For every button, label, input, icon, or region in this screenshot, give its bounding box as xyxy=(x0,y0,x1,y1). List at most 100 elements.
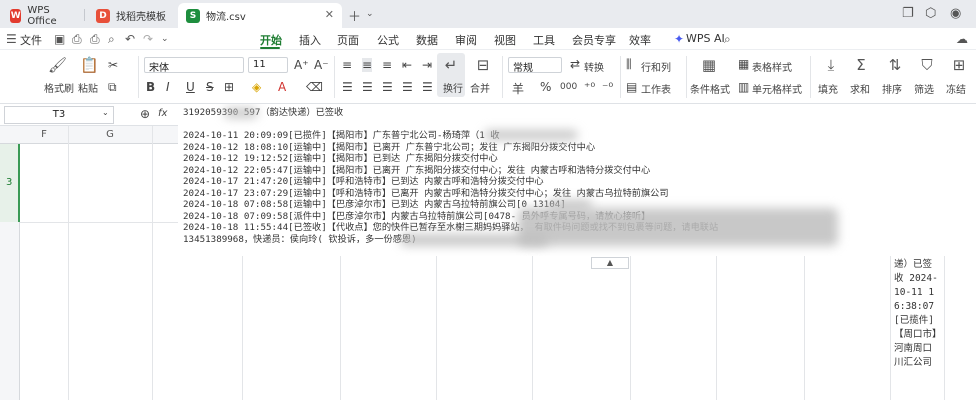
menu-efficiency[interactable]: 效率 xyxy=(629,32,651,48)
spreadsheet-icon: S xyxy=(186,8,200,23)
increase-font-icon[interactable]: A⁺ xyxy=(294,58,309,72)
print-icon[interactable]: ⎙ xyxy=(90,32,100,47)
indent-increase-icon[interactable]: ⇥ xyxy=(422,58,432,72)
spreadsheet-app: W WPS Office D 找稻壳模板 S 物流.csv ✕ ＋ ⌄ ❐ ⬡ … xyxy=(0,0,976,400)
corner-header[interactable] xyxy=(0,126,20,144)
italic-button[interactable]: I xyxy=(166,80,170,94)
align-top-icon[interactable]: ≡ xyxy=(342,58,352,72)
zoom-icon[interactable]: ⊕ xyxy=(140,107,150,121)
tab-logistics-csv[interactable]: S 物流.csv ✕ xyxy=(178,3,342,28)
fill-down-icon: ⤓ xyxy=(827,56,835,74)
fill-button[interactable]: 填充 xyxy=(818,81,838,96)
cut-icon[interactable]: ✂ xyxy=(108,58,118,72)
chevron-down-icon[interactable]: ⌄ xyxy=(102,108,109,117)
indent-decrease-icon[interactable]: ⇤ xyxy=(402,58,412,72)
menu-member[interactable]: 会员专享 xyxy=(572,32,616,48)
cube-icon[interactable]: ⬡ xyxy=(925,6,936,21)
fill-color-icon[interactable]: ◈ xyxy=(252,80,261,94)
cell-style-button[interactable]: 单元格样式 xyxy=(752,81,802,96)
row-header-3[interactable]: 3 xyxy=(0,144,20,222)
collapse-popup-button[interactable]: ▲ xyxy=(591,257,629,269)
export-pdf-icon[interactable]: ⎙ xyxy=(72,32,82,47)
wrap-button[interactable]: 换行 xyxy=(443,80,463,95)
align-left-icon[interactable]: ☰ xyxy=(342,80,353,94)
menu-review[interactable]: 审阅 xyxy=(455,32,477,48)
search-icon[interactable]: ⌕ xyxy=(724,32,731,47)
menu-home[interactable]: 开始 xyxy=(260,32,282,48)
redaction-blur xyxy=(518,208,838,246)
menu-data[interactable]: 数据 xyxy=(416,32,438,48)
font-size-select[interactable]: 11 xyxy=(248,57,288,73)
freeze-button[interactable]: 冻结 xyxy=(946,81,966,96)
convert-button[interactable]: 转换 xyxy=(584,59,604,74)
tab-docer[interactable]: D 找稻壳模板 xyxy=(88,3,174,28)
decrease-font-icon[interactable]: A⁻ xyxy=(314,58,329,72)
ribbon-divider xyxy=(810,56,811,98)
menu-wps-ai[interactable]: WPS AI xyxy=(686,32,725,45)
decimal-increase-icon[interactable]: ⁺⁰ xyxy=(584,80,595,94)
font-name-select[interactable]: 宋体 xyxy=(144,57,244,74)
menu-insert[interactable]: 插入 xyxy=(299,32,321,48)
cloud-sync-icon[interactable]: ☁ xyxy=(956,32,968,46)
cell-t3-text[interactable]: 递）已签收 2024-10-11 16:38:07[已揽件]【周口市】河南周口川… xyxy=(894,258,940,370)
menu-tools[interactable]: 工具 xyxy=(533,32,555,48)
filter-button[interactable]: 筛选 xyxy=(914,81,934,96)
justify-icon[interactable]: ☰ xyxy=(402,80,413,94)
worksheet-button[interactable]: 工作表 xyxy=(641,81,671,96)
table-style-button[interactable]: 表格样式 xyxy=(752,59,792,74)
column-header-f[interactable]: F xyxy=(20,126,68,144)
preview-icon[interactable]: ⌕ xyxy=(108,32,115,47)
menu-hamburger-icon[interactable]: ☰ xyxy=(6,32,17,46)
popup-line: 2024-10-12 22:05:47[运输中]【揭阳市】已离开 广东揭阳分拨交… xyxy=(183,164,651,176)
close-icon[interactable]: ✕ xyxy=(325,8,334,21)
tab-wps-office[interactable]: W WPS Office xyxy=(2,3,80,28)
align-bottom-icon[interactable]: ≡ xyxy=(382,58,392,72)
merge-button[interactable]: 合并 xyxy=(470,80,490,95)
menu-view[interactable]: 视图 xyxy=(494,32,516,48)
paste-button[interactable]: 粘贴 xyxy=(78,80,98,95)
redo-icon[interactable]: ↷ xyxy=(143,32,153,46)
tab-label: 物流.csv xyxy=(206,12,246,23)
bold-button[interactable]: B xyxy=(146,80,155,94)
strikethrough-icon[interactable]: S̶ xyxy=(206,80,214,94)
wrap-text-icon: ↵ xyxy=(444,56,458,74)
chevron-down-icon[interactable]: ⌄ xyxy=(161,34,169,44)
align-center-icon[interactable]: ☰ xyxy=(362,80,373,94)
align-right-icon[interactable]: ☰ xyxy=(382,80,393,94)
conditional-format-button[interactable]: 条件格式 xyxy=(690,81,730,96)
format-painter-button[interactable]: 格式刷 xyxy=(44,80,74,95)
name-box[interactable]: T3 xyxy=(4,106,114,124)
copy-icon[interactable]: ⧉ xyxy=(108,80,117,95)
distribute-icon[interactable]: ☰ xyxy=(422,80,433,94)
conditional-format-icon: ▦ xyxy=(701,56,717,74)
rows-cols-icon: ⫼ xyxy=(626,57,632,71)
menu-page[interactable]: 页面 xyxy=(337,32,359,48)
clear-format-icon[interactable]: ⌫ xyxy=(306,80,323,94)
menu-file[interactable]: 文件 xyxy=(20,32,42,48)
align-middle-icon[interactable]: ≡ xyxy=(362,58,373,72)
undo-icon[interactable]: ↶ xyxy=(125,32,135,46)
number-format-select[interactable]: 常规 xyxy=(508,57,562,74)
thousands-button[interactable]: 000 xyxy=(560,82,577,92)
border-icon[interactable]: ⊞ xyxy=(224,80,234,94)
active-tab-indicator xyxy=(260,47,280,49)
percent-button[interactable]: % xyxy=(540,80,551,94)
currency-button[interactable]: 羊 xyxy=(512,80,524,97)
fx-button[interactable]: fx xyxy=(158,108,167,119)
chevron-down-icon[interactable]: ⌄ xyxy=(366,9,374,19)
column-header-g[interactable]: G xyxy=(68,126,152,144)
sum-button[interactable]: 求和 xyxy=(850,81,870,96)
underline-button[interactable]: U xyxy=(186,80,195,94)
menu-formula[interactable]: 公式 xyxy=(377,32,399,48)
save-icon[interactable]: ▣ xyxy=(54,32,65,46)
ribbon-divider xyxy=(334,56,335,98)
avatar[interactable]: ◉ xyxy=(950,6,961,21)
sum-icon: Σ xyxy=(856,56,866,74)
font-color-button[interactable]: A xyxy=(278,80,286,94)
sort-button[interactable]: 排序 xyxy=(882,81,902,96)
popup-line: 2024-10-17 21:47:20[运输中]【呼和浩特市】已到达 内蒙古呼和… xyxy=(183,176,544,187)
window-restore-icon[interactable]: ❐ xyxy=(902,6,914,21)
new-tab-plus-icon[interactable]: ＋ xyxy=(348,6,361,25)
decimal-decrease-icon[interactable]: ⁻⁰ xyxy=(602,80,613,94)
rows-cols-button[interactable]: 行和列 xyxy=(641,59,671,74)
